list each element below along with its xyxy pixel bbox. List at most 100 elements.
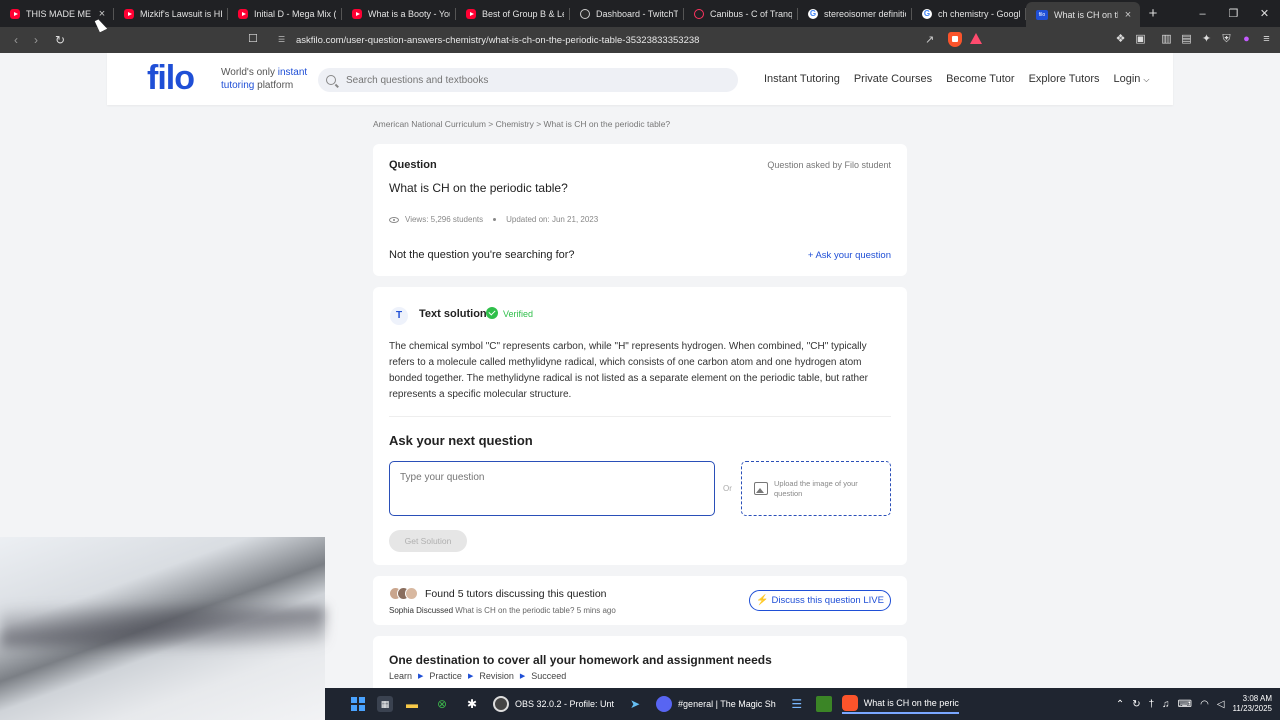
file-explorer-icon[interactable]: ▬ [401,693,423,715]
browser-tab[interactable]: Initial D - Mega Mix (N [228,0,342,27]
notepad-icon[interactable]: ☰ [786,693,808,715]
text-solution-label: Text solution [419,308,487,320]
question-meta: Views: 5,296 students Updated on: Jun 21… [389,215,598,224]
login-label: Login [1113,73,1141,85]
get-solution-button[interactable]: Get Solution [389,530,467,552]
leo-icon[interactable]: ✦ [1201,32,1212,46]
bookmark-icon[interactable]: ☐ [248,32,262,48]
speaker-icon[interactable]: ♫ [1162,699,1170,710]
taskbar-app-obs[interactable]: OBS 32.0.2 - Profile: Unt [493,696,614,712]
nav-explore-tutors[interactable]: Explore Tutors [1029,73,1100,85]
tab-label: Best of Group B & Leg [482,8,564,19]
close-tab-icon[interactable]: × [1122,9,1134,21]
reload-icon[interactable]: ↻ [50,33,70,47]
browser-tab-bar: THIS MADE ME DI × Mizkif's Lawsuit is HILA… [0,0,1280,27]
browser-tab[interactable]: Gstereoisomer definitio [798,0,912,27]
menu-icon[interactable]: ≡ [1261,32,1272,46]
tutors-card: Found 5 tutors discussing this question … [373,576,907,625]
youtube-icon [352,8,362,19]
wifi-icon[interactable]: ◠ [1200,699,1209,710]
browser-tab[interactable]: filo What is CH on the × [1026,2,1140,27]
screenshot-icon[interactable]: ▣ [1135,32,1146,46]
tab-label: Canibus - C of Tranqui [710,8,792,19]
breadcrumb[interactable]: American National Curriculum > Chemistry… [373,119,670,129]
search-input[interactable] [346,74,726,86]
step-practice: Practice [429,671,462,681]
clock[interactable]: 3:08 AM 11/23/2025 [1233,694,1272,714]
browser-tab[interactable]: Canibus - C of Tranqui [684,0,798,27]
updated-date: Updated on: Jun 21, 2023 [506,215,599,224]
nav-become-tutor[interactable]: Become Tutor [946,73,1014,85]
question-card: Question Question asked by Filo student … [373,144,907,276]
google-icon: G [922,8,932,19]
clock-date: 11/23/2025 [1232,704,1272,713]
share-icon[interactable]: ↗ [925,33,934,46]
spider-app-icon[interactable]: ✱ [461,693,483,715]
tagline-post: platform [254,79,294,91]
site-search[interactable] [318,68,738,92]
tutors-found: Found 5 tutors discussing this question [425,588,607,600]
ask-question-link[interactable]: + Ask your question [808,250,891,261]
chevron-down-icon: ⌵ [1143,75,1150,84]
profile-icon[interactable]: ● [1241,32,1252,46]
discord-icon [656,696,673,712]
nav-instant-tutoring[interactable]: Instant Tutoring [764,73,840,85]
calculator-icon[interactable]: ▦ [377,696,393,712]
browser-tab[interactable]: Dashboard - TwitchTTS [570,0,684,27]
sidebar-icon[interactable]: ▥ [1161,32,1172,46]
tab-label: THIS MADE ME DI [26,8,92,19]
brave-shields-icon[interactable] [948,32,962,47]
extensions-icon[interactable]: ❖ [1115,32,1126,46]
text-solution-icon: T [390,307,408,325]
tab-label: Mizkif's Lawsuit is HILA [140,8,222,19]
minecraft-icon[interactable] [815,696,832,712]
minimize-icon[interactable]: – [1187,0,1218,27]
keyboard-icon[interactable]: ⌨ [1178,699,1192,710]
start-button[interactable] [347,693,369,715]
back-icon[interactable]: ‹ [6,33,26,47]
browser-toolbar: ‹ › ↻ ☐ ☰ askfilo.com/user-question-answ… [0,27,1280,53]
step-learn: Learn [389,671,413,681]
discuss-label: Discuss this question LIVE [771,595,884,606]
forward-icon[interactable]: › [26,33,46,47]
browser-tab[interactable]: What is a Booty - YouT [342,0,456,27]
taskbar-app-discord[interactable]: #general | The Magic Sh [656,696,776,712]
google-icon: G [808,8,818,19]
upload-label: Upload the image of your question [774,478,858,498]
twitchtts-icon [580,8,590,19]
xbox-icon[interactable]: ⊗ [431,693,453,715]
microphone-icon[interactable]: † [1149,699,1155,710]
new-tab-button[interactable]: + [1140,0,1166,27]
browser-tab[interactable]: Mizkif's Lawsuit is HILA [114,0,228,27]
site-info-icon[interactable]: ☰ [278,35,288,45]
restore-icon[interactable]: ❐ [1218,0,1249,27]
taskbar-app-brave[interactable]: What is CH on the peric [841,694,959,714]
close-window-icon[interactable]: ✕ [1249,0,1280,27]
vpn-icon[interactable]: ⛨ [1221,32,1232,46]
question-input[interactable] [389,461,715,516]
wallet-icon[interactable]: ▤ [1181,32,1192,46]
volume-icon[interactable]: ◁ [1217,699,1225,710]
browser-tab[interactable]: Gch chemistry - Google [912,0,1026,27]
chevron-up-icon[interactable]: ⌃ [1116,699,1124,710]
sync-icon[interactable]: ↻ [1132,699,1140,710]
filo-icon: filo [1036,9,1048,20]
obs-label: OBS 32.0.2 - Profile: Unt [515,699,615,709]
filo-logo[interactable]: filo [147,61,195,95]
nav-login[interactable]: Login ⌵ [1114,73,1150,85]
browser-tab[interactable]: Best of Group B & Leg [456,0,570,27]
discuss-live-button[interactable]: ⚡ Discuss this question LIVE [749,590,891,611]
discord-label: #general | The Magic Sh [678,699,776,709]
tagline-instant: instant [277,67,308,78]
not-searching-text: Not the question you're searching for? [389,249,575,261]
ask-next-heading: Ask your next question [389,433,533,448]
upload-image-button[interactable]: Upload the image of your question [741,461,891,516]
arrow-right-icon: ▶ [519,673,526,680]
verified-check-icon [486,307,498,319]
address-bar[interactable]: ☰ askfilo.com/user-question-answers-chem… [270,30,990,50]
eye-icon [389,216,399,223]
steam-icon[interactable]: ➤ [624,693,646,715]
top-nav: Instant Tutoring Private Courses Become … [764,73,1150,85]
nav-private-courses[interactable]: Private Courses [854,73,932,85]
brave-rewards-icon[interactable] [970,33,982,44]
